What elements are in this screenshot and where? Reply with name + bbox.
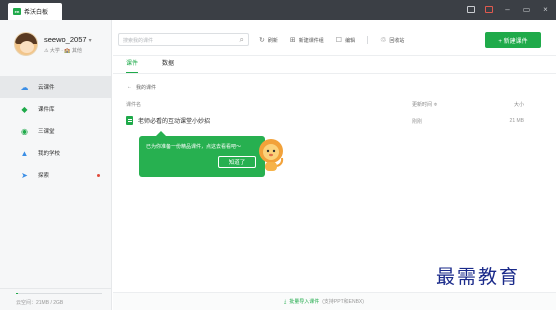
send-icon: ➤ xyxy=(21,170,28,180)
notification-dot xyxy=(97,173,100,177)
sidebar-item-my-school[interactable]: ▲ 我的学校 xyxy=(0,142,112,164)
batch-import-button[interactable]: ⤓ 批量导入课件 (支持PPT和ENBX) xyxy=(284,298,364,306)
storage-indicator: 云空间：21MB / 2GB xyxy=(0,288,112,310)
refresh-label: 刷新 xyxy=(267,37,278,44)
sidebar-item-cloud-courseware[interactable]: ☁ 云课件 xyxy=(0,76,112,98)
app-tab[interactable]: en 希沃白板 xyxy=(8,3,62,20)
title-bar: en 希沃白板 – ▭ × xyxy=(0,0,556,20)
import-hint: (支持PPT和ENBX) xyxy=(322,299,364,305)
batch-import-label: 批量导入课件 xyxy=(289,299,320,305)
breadcrumb-label[interactable]: 我的课件 xyxy=(136,84,156,91)
sidebar-item-label: 我的学校 xyxy=(38,151,61,157)
user-name-text: seewo_2057 xyxy=(44,34,87,44)
sidebar-item-explore[interactable]: ➤ 探索 xyxy=(0,164,112,186)
user-profile[interactable]: seewo_2057 ▾ ⚠ 大学 · 🏫 其他 xyxy=(14,32,92,56)
file-size: 21 MB xyxy=(509,118,524,124)
folder-plus-icon: ⊞ xyxy=(289,37,296,44)
cloud-icon: ☁ xyxy=(20,82,29,92)
guide-tooltip: 已为你准备一份精品课件，点这去看看吧～ 知道了 xyxy=(139,131,265,177)
divider xyxy=(367,36,369,44)
new-group-label: 新建课件组 xyxy=(298,37,324,44)
footer: ⤓ 批量导入课件 (支持PPT和ENBX) xyxy=(113,292,556,310)
message-icon[interactable] xyxy=(485,6,493,13)
new-courseware-button[interactable]: + 新建课件 xyxy=(485,32,541,48)
recycle-bin-button[interactable]: ♲ 回收站 xyxy=(380,36,404,44)
chevron-down-icon[interactable]: ▾ xyxy=(89,38,92,44)
close-icon[interactable]: × xyxy=(541,5,550,14)
target-icon: ◉ xyxy=(21,126,28,136)
column-size: 大小 xyxy=(513,102,524,108)
recycle-bin-label: 回收站 xyxy=(389,37,405,44)
school-icon: ▲ xyxy=(20,148,29,158)
app-tab-title: 希沃白板 xyxy=(24,10,49,16)
sidebar-item-label: 云课件 xyxy=(38,85,55,91)
storage-bar xyxy=(16,293,102,294)
storage-text: 云空间：21MB / 2GB xyxy=(16,300,64,306)
app-window: en 希沃白板 – ▭ × seewo_2057 ▾ ⚠ 大学 · 🏫 其他 ☁… xyxy=(0,0,556,310)
refresh-button[interactable]: ↻ 刷新 xyxy=(259,36,278,44)
search-input[interactable]: 搜索我的课件 ⌕ xyxy=(118,33,249,46)
user-meta: ⚠ 大学 · 🏫 其他 xyxy=(44,47,82,54)
lion-mascot-icon xyxy=(259,139,284,171)
sidebar: seewo_2057 ▾ ⚠ 大学 · 🏫 其他 ☁ 云课件 ◆ 课件库 ◉ 三… xyxy=(0,20,112,310)
toolbar: 搜索我的课件 ⌕ ↻ 刷新 ⊞ 新建课件组 ☐ 编辑 ♲ 回收站 + 新建课件 xyxy=(113,20,556,56)
tab-courseware[interactable]: 课件 xyxy=(126,58,139,73)
sidebar-nav: ☁ 云课件 ◆ 课件库 ◉ 三课堂 ▲ 我的学校 ➤ 探索 xyxy=(0,76,112,186)
sidebar-item-classroom[interactable]: ◉ 三课堂 xyxy=(0,120,112,142)
edit-icon: ☐ xyxy=(335,37,343,44)
tab-divider xyxy=(113,73,556,74)
edit-button[interactable]: ☐ 编辑 xyxy=(336,36,355,44)
sidebar-item-courseware-library[interactable]: ◆ 课件库 xyxy=(0,98,112,120)
minimize-icon[interactable]: – xyxy=(503,5,512,14)
search-placeholder: 搜索我的课件 xyxy=(123,38,154,44)
document-icon xyxy=(126,116,133,125)
app-logo-icon: en xyxy=(13,8,21,15)
column-time[interactable]: 更新时间 ≑ xyxy=(412,101,438,108)
gem-icon: ◆ xyxy=(21,104,28,114)
guide-text: 已为你准备一份精品课件，点这去看看吧～ xyxy=(146,144,242,150)
sidebar-item-label: 探索 xyxy=(38,173,50,179)
breadcrumb: ← 我的课件 xyxy=(127,84,156,91)
user-icon[interactable] xyxy=(467,6,475,13)
maximize-icon[interactable]: ▭ xyxy=(522,5,531,14)
sidebar-item-label: 三课堂 xyxy=(38,129,55,135)
new-group-button[interactable]: ⊞ 新建课件组 xyxy=(290,36,324,44)
file-name[interactable]: 老师必看的互动课堂小妙招 xyxy=(138,116,210,125)
edit-label: 编辑 xyxy=(345,37,356,44)
file-time: 刚刚 xyxy=(412,119,423,125)
avatar[interactable] xyxy=(14,32,38,56)
column-name[interactable]: 课件名 xyxy=(126,101,141,108)
search-icon[interactable]: ⌕ xyxy=(240,35,244,45)
user-name[interactable]: seewo_2057 ▾ xyxy=(44,35,92,44)
import-icon: ⤓ xyxy=(284,298,287,305)
back-arrow-icon[interactable]: ← xyxy=(127,84,132,91)
got-it-button[interactable]: 知道了 xyxy=(218,156,256,168)
refresh-icon: ↻ xyxy=(259,37,265,44)
sidebar-item-label: 课件库 xyxy=(38,107,55,113)
tab-data[interactable]: 数据 xyxy=(162,58,174,73)
watermark: 最需教育 xyxy=(436,266,521,288)
recycle-icon: ♲ xyxy=(380,37,387,44)
table-row[interactable]: 老师必看的互动课堂小妙招 刚刚 21 MB xyxy=(126,114,524,130)
content-tabs: 课件 数据 xyxy=(126,58,174,73)
